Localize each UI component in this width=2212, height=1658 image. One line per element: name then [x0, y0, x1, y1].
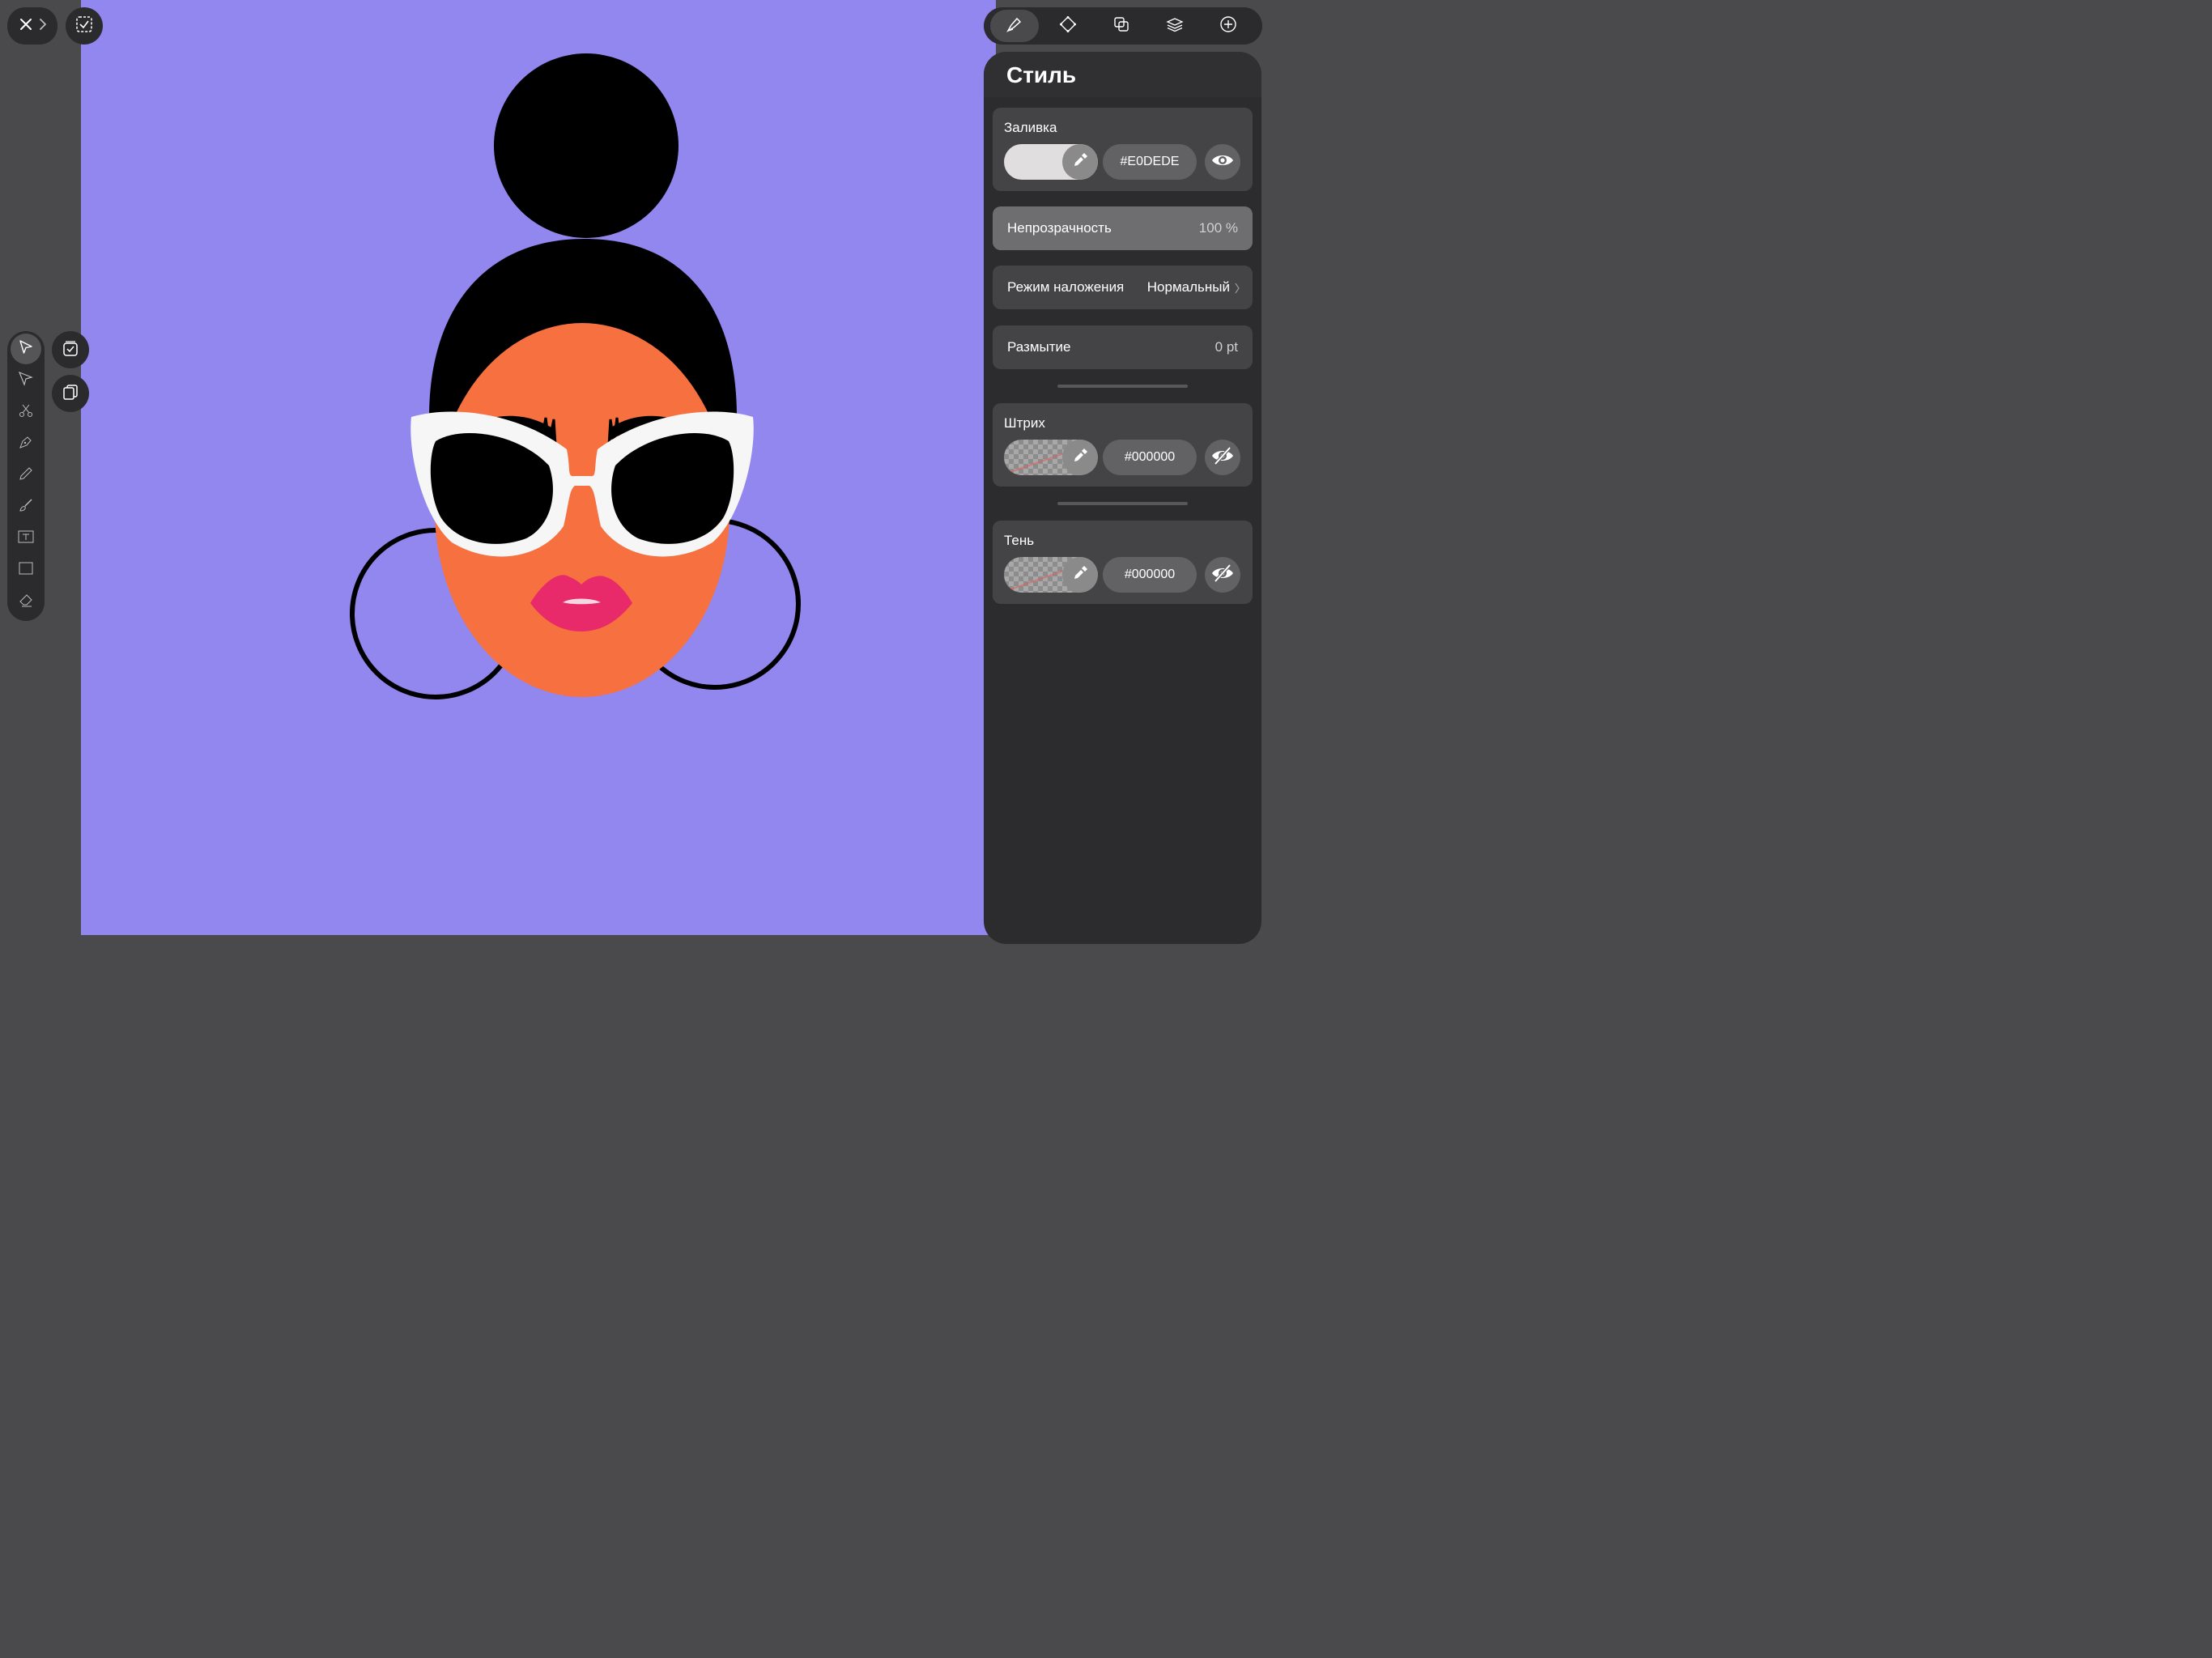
direct-selection-tool[interactable] [11, 365, 41, 396]
shadow-visibility-toggle[interactable] [1205, 557, 1240, 593]
blur-row[interactable]: Размытие 0 pt [993, 325, 1253, 369]
blend-mode-row[interactable]: Режим наложения Нормальный [993, 266, 1253, 309]
pencil-tool[interactable] [11, 460, 41, 491]
stroke-hex-field[interactable]: #000000 [1103, 440, 1197, 475]
tab-boolean[interactable] [1097, 10, 1146, 42]
selection-arrow-icon [18, 339, 34, 359]
opacity-row[interactable]: Непрозрачность 100 % [993, 206, 1253, 250]
blend-mode-value: Нормальный [1146, 279, 1230, 295]
opacity-value: 100 % [1198, 220, 1238, 236]
shape-icon [1059, 15, 1077, 37]
fill-visibility-toggle[interactable] [1205, 144, 1240, 180]
layers-icon [1166, 15, 1184, 37]
brush-tool[interactable] [11, 491, 41, 522]
pen-tool[interactable] [11, 428, 41, 459]
face-illustration[interactable] [81, 0, 996, 935]
duplicate-button[interactable] [52, 375, 89, 412]
eye-slash-icon [1211, 446, 1234, 470]
fill-hex-field[interactable]: #E0DEDE [1103, 144, 1197, 180]
fill-color-swatch[interactable] [1004, 144, 1098, 180]
stroke-eyedropper-button[interactable] [1062, 440, 1098, 475]
fill-section: Заливка #E0DEDE [993, 108, 1253, 191]
shadow-section: Тень #000000 [993, 521, 1253, 604]
stacked-check-icon [62, 339, 79, 361]
tab-style[interactable] [990, 10, 1039, 42]
text-icon [17, 529, 35, 549]
text-tool[interactable] [11, 523, 41, 554]
stroke-section: Штрих #000000 [993, 403, 1253, 487]
shadow-label: Тень [1004, 533, 1035, 548]
stroke-label: Штрих [1004, 415, 1045, 431]
chevron-right-icon [40, 18, 47, 34]
scissors-tool[interactable] [11, 397, 41, 427]
rectangle-icon [18, 560, 34, 580]
artboard-canvas[interactable] [81, 0, 996, 935]
style-panel: Стиль Заливка #E0DEDE Непрозрачность 100… [984, 52, 1261, 944]
inspector-tab-bar [984, 7, 1262, 45]
tab-layers[interactable] [1151, 10, 1199, 42]
fill-eyedropper-button[interactable] [1062, 144, 1098, 180]
shadow-eyedropper-button[interactable] [1062, 557, 1098, 593]
dashed-select-check-icon [75, 15, 93, 37]
scissors-icon [18, 402, 34, 423]
pen-icon [18, 434, 34, 454]
tab-shape[interactable] [1044, 10, 1092, 42]
rectangle-tool[interactable] [11, 555, 41, 585]
blend-mode-label: Режим наложения [1007, 279, 1125, 295]
shadow-hex-field[interactable]: #000000 [1103, 557, 1197, 593]
copy-pages-icon [62, 383, 79, 405]
eye-slash-icon [1211, 563, 1234, 587]
shadow-color-swatch[interactable] [1004, 557, 1098, 593]
eye-icon [1211, 153, 1234, 172]
brush-icon [18, 497, 34, 517]
selection-arrow-tool[interactable] [11, 334, 41, 364]
chevron-right-icon [1235, 282, 1240, 298]
pencil-icon [18, 466, 34, 486]
stroke-color-swatch[interactable] [1004, 440, 1098, 475]
blur-value: 0 pt [1214, 339, 1238, 355]
select-all-button[interactable] [52, 331, 89, 368]
hair-bun[interactable] [494, 53, 678, 238]
blur-label: Размытие [1007, 339, 1071, 355]
close-expand-button[interactable] [7, 7, 57, 45]
eraser-icon [18, 592, 34, 612]
style-icon [1006, 15, 1023, 37]
section-divider [1057, 385, 1188, 388]
boolean-icon [1112, 15, 1130, 37]
eyedropper-icon [1072, 448, 1088, 468]
tool-bar [7, 331, 45, 621]
close-icon [19, 17, 33, 36]
eyedropper-icon [1072, 565, 1088, 585]
panel-title: Стиль [1006, 62, 1077, 87]
selection-mode-button[interactable] [66, 7, 103, 45]
eyedropper-icon [1072, 152, 1088, 172]
fill-label: Заливка [1004, 120, 1057, 135]
add-icon [1219, 15, 1237, 37]
opacity-label: Непрозрачность [1007, 220, 1112, 236]
tab-add[interactable] [1204, 10, 1253, 42]
stroke-visibility-toggle[interactable] [1205, 440, 1240, 475]
section-divider [1057, 502, 1188, 505]
direct-selection-icon [18, 371, 34, 391]
eraser-tool[interactable] [11, 586, 41, 617]
